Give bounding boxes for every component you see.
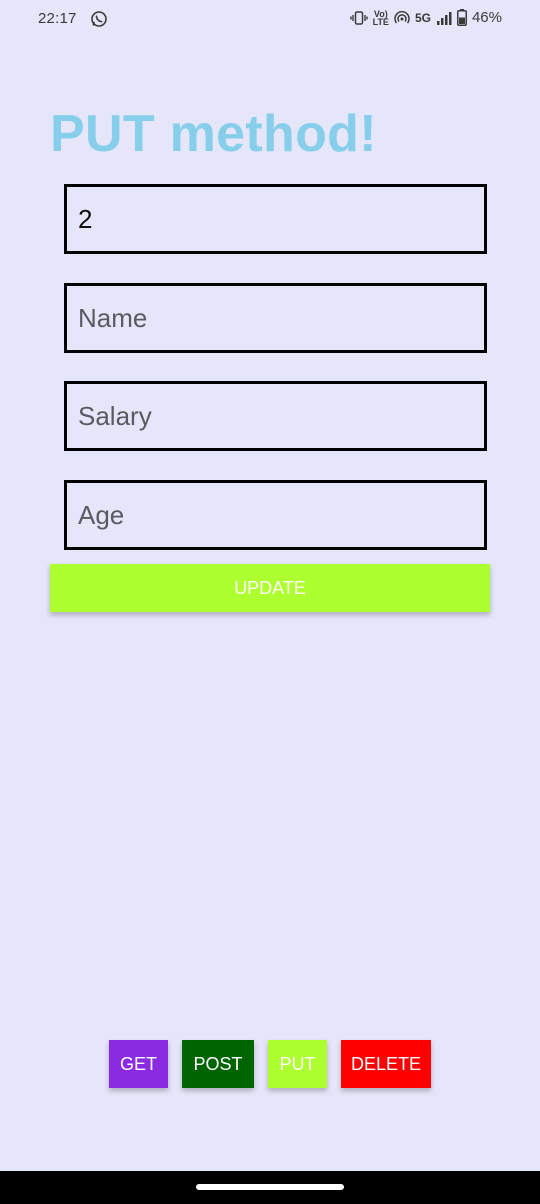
volte-indicator: Vo) LTE (372, 9, 389, 27)
delete-button[interactable]: DELETE (341, 1040, 431, 1088)
get-button[interactable]: GET (109, 1040, 168, 1088)
status-icons: Vo) LTE 5G 46% (349, 9, 502, 27)
name-input[interactable] (64, 283, 487, 353)
volte-bottom: LTE (372, 16, 389, 27)
hotspot-icon (394, 10, 410, 23)
page-title: PUT method! (50, 105, 377, 163)
battery-icon (456, 9, 467, 26)
vibrate-icon (349, 10, 368, 25)
put-button[interactable]: PUT (268, 1040, 327, 1088)
id-input[interactable] (64, 184, 487, 254)
status-bar: 22:17 Vo) LTE 5G 46% (0, 0, 540, 40)
signal-icon (436, 11, 452, 25)
network-type: 5G (414, 10, 431, 25)
battery-percent: 46% (471, 9, 502, 26)
age-input[interactable] (64, 480, 487, 550)
post-button[interactable]: POST (182, 1040, 254, 1088)
home-gesture-handle[interactable] (196, 1184, 344, 1190)
update-button[interactable]: UPDATE (50, 564, 490, 612)
salary-input[interactable] (64, 381, 487, 451)
status-time: 22:17 (38, 10, 77, 27)
whatsapp-icon (91, 11, 107, 27)
